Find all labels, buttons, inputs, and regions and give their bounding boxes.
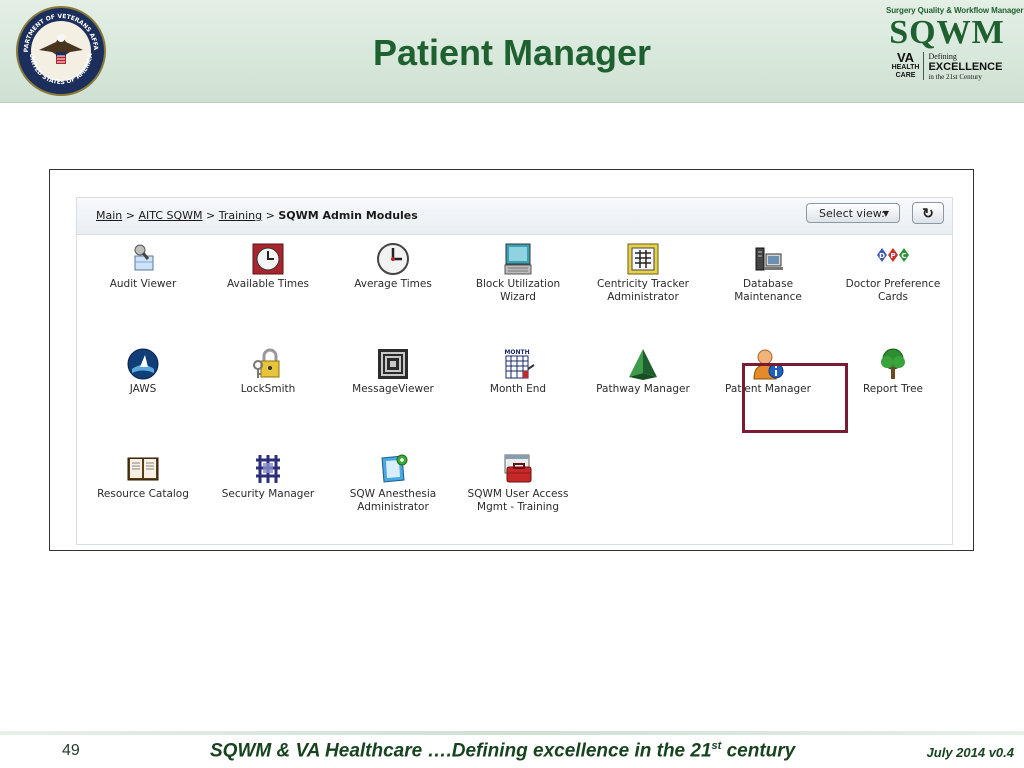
page-number: 49: [62, 742, 80, 759]
module-label: MessageViewer: [352, 383, 434, 395]
select-view-label: Select view:: [819, 207, 885, 220]
resource-catalog-icon: [127, 457, 159, 481]
breadcrumb-training[interactable]: Training: [219, 209, 262, 222]
toolbar: Main > AITC SQWM > Training > SQWM Admin…: [77, 198, 952, 235]
admin-modules-panel: Main > AITC SQWM > Training > SQWM Admin…: [76, 197, 953, 545]
module-label: Available Times: [226, 278, 310, 290]
module-label: Security Manager: [221, 488, 315, 500]
screenshot-frame: Main > AITC SQWM > Training > SQWM Admin…: [49, 169, 974, 551]
doctor-pref-letter: D: [879, 252, 885, 260]
module-label: Month End: [489, 383, 547, 395]
module-doctor-preference-cards[interactable]: D P C Doctor Preference Cards: [833, 242, 953, 304]
module-locksmith[interactable]: LockSmith: [208, 347, 328, 396]
locksmith-icon: [253, 348, 280, 378]
va-mark: VA HEALTH CARE: [891, 50, 925, 80]
module-label: Database Maintenance: [734, 278, 802, 303]
breadcrumb-current: SQWM Admin Modules: [278, 209, 418, 222]
module-resource-catalog[interactable]: Resource Catalog: [83, 452, 203, 501]
module-label: SQWM User Access Mgmt - Training: [467, 488, 569, 513]
defining-excellence: Defining EXCELLENCE in the 21st Century: [928, 52, 1002, 82]
footer-date: July 2014 v0.4: [926, 745, 1014, 760]
module-available-times[interactable]: Available Times: [208, 242, 328, 291]
sqw-anesthesia-icon: [381, 454, 408, 483]
message-viewer-icon: [378, 349, 408, 379]
va-care-text: CARE: [895, 72, 916, 79]
footer-text-main: SQWM & VA Healthcare ….Defining excellen…: [210, 740, 712, 762]
module-label: LockSmith: [240, 383, 296, 395]
sqwm-logo: Surgery Quality & Workflow Manager SQWM …: [886, 6, 1023, 98]
footer-tagline: SQWM & VA Healthcare ….Defining excellen…: [210, 740, 795, 762]
module-jaws[interactable]: JAWS: [83, 347, 203, 396]
jaws-icon: [127, 348, 159, 380]
va-text: VA: [896, 50, 915, 65]
breadcrumb: Main > AITC SQWM > Training > SQWM Admin…: [96, 209, 418, 222]
module-pathway-manager[interactable]: Pathway Manager: [583, 347, 703, 396]
available-times-icon: [252, 243, 284, 275]
module-audit-viewer[interactable]: Audit Viewer: [83, 242, 203, 291]
block-utilization-icon: [504, 243, 532, 275]
module-label: Block Utilization Wizard: [475, 278, 561, 303]
module-label: SQW Anesthesia Administrator: [349, 488, 437, 513]
module-label: Doctor Preference Cards: [845, 278, 941, 303]
breadcrumb-separator: >: [202, 209, 219, 222]
footer-text-sup: st: [711, 740, 722, 752]
module-centricity-tracker-administrator[interactable]: Centricity Tracker Administrator: [583, 242, 703, 304]
security-manager-icon: [256, 455, 280, 483]
module-label: Audit Viewer: [109, 278, 177, 290]
va-defining-excellence: VA HEALTH CARE Defining EXCELLENCE in the …: [886, 50, 1008, 82]
century-text: in the 21st Century: [928, 73, 982, 81]
module-database-maintenance[interactable]: Database Maintenance: [708, 242, 828, 304]
footer-divider: [0, 731, 1024, 735]
chevron-down-icon: ▼: [882, 209, 889, 218]
audit-viewer-icon: [134, 244, 154, 271]
module-label: Resource Catalog: [97, 488, 189, 500]
average-times-icon: [377, 243, 409, 275]
module-sqw-anesthesia-administrator[interactable]: SQW Anesthesia Administrator: [333, 452, 453, 514]
sqwm-user-access-icon: [504, 454, 532, 483]
module-label: Centricity Tracker Administrator: [596, 278, 690, 303]
module-month-end[interactable]: MONTH Month End: [458, 347, 578, 396]
module-label: Report Tree: [862, 383, 924, 395]
module-sqwm-user-access-mgmt-training[interactable]: SQWM User Access Mgmt - Training: [458, 452, 578, 514]
doctor-preference-icon: D P C: [877, 248, 909, 262]
excellence-text: EXCELLENCE: [928, 61, 1003, 73]
patient-manager-highlight: [742, 363, 848, 433]
va-health-text: HEALTH: [891, 64, 920, 71]
breadcrumb-aitc-sqwm[interactable]: AITC SQWM: [138, 209, 202, 222]
breadcrumb-separator: >: [122, 209, 139, 222]
slide-header: DEPARTMENT OF VETERANS AFFAIRS UNITED ST…: [0, 0, 1024, 103]
module-label: Pathway Manager: [596, 383, 690, 395]
select-view-dropdown[interactable]: Select view: ▼: [806, 203, 900, 223]
module-label: Average Times: [354, 278, 432, 290]
module-average-times[interactable]: Average Times: [333, 242, 453, 291]
module-messageviewer[interactable]: MessageViewer: [333, 347, 453, 396]
module-block-utilization-wizard[interactable]: Block Utilization Wizard: [458, 242, 578, 304]
brand-name: SQWM: [889, 14, 1005, 51]
page-title: Patient Manager: [372, 32, 652, 73]
month-end-icon: MONTH: [504, 349, 535, 379]
report-tree-icon: [881, 348, 905, 379]
database-maintenance-icon: [755, 247, 783, 271]
doctor-pref-letter: C: [901, 252, 906, 260]
footer-text-end: century: [721, 740, 796, 762]
module-security-manager[interactable]: Security Manager: [208, 452, 328, 501]
breadcrumb-separator: >: [262, 209, 279, 222]
centricity-tracker-icon: [627, 243, 659, 275]
refresh-icon: ↻: [922, 205, 934, 221]
module-report-tree[interactable]: Report Tree: [833, 347, 953, 396]
breadcrumb-main[interactable]: Main: [96, 209, 122, 222]
pathway-manager-icon: [629, 349, 657, 380]
module-label: JAWS: [129, 383, 157, 395]
refresh-button[interactable]: ↻: [912, 202, 944, 224]
month-end-icon-text: MONTH: [504, 349, 529, 356]
doctor-pref-letter: P: [890, 252, 895, 260]
